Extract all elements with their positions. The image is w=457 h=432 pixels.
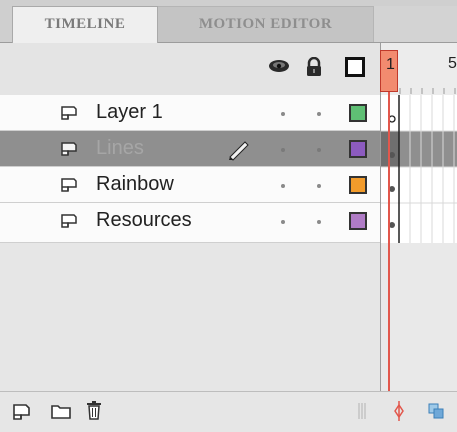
panel-divider — [380, 43, 381, 391]
center-frame-icon[interactable] — [393, 401, 405, 421]
trash-icon[interactable] — [86, 400, 102, 420]
playhead-line — [388, 92, 390, 422]
outline-color-swatch[interactable] — [349, 176, 367, 194]
eye-icon[interactable] — [268, 59, 290, 73]
layer-icon — [61, 106, 77, 120]
layer-name: Layer 1 — [96, 101, 163, 123]
bottom-toolbar — [0, 391, 457, 432]
tab-timeline[interactable]: TIMELINE — [12, 6, 158, 43]
layer-name: Rainbow — [96, 173, 174, 195]
outline-color-swatch[interactable] — [349, 140, 367, 158]
outline-color-swatch[interactable] — [349, 104, 367, 122]
resize-grip-icon[interactable] — [358, 402, 366, 420]
layer-header — [0, 43, 380, 96]
current-frame-label: 1 — [386, 56, 395, 73]
layer-icon — [61, 178, 77, 192]
tab-bar: TIMELINE MOTION EDITOR — [0, 0, 457, 43]
new-layer-icon[interactable] — [12, 402, 32, 420]
lock-toggle[interactable] — [317, 148, 321, 152]
layer-row-lines[interactable]: Lines — [0, 131, 380, 167]
layer-row-rainbow[interactable]: Rainbow — [0, 167, 380, 203]
frames-empty-area — [380, 243, 457, 391]
folder-icon[interactable] — [50, 402, 72, 420]
outline-square-icon[interactable] — [345, 57, 365, 77]
lock-toggle[interactable] — [317, 184, 321, 188]
layer-name: Resources — [96, 209, 192, 231]
layer-row-layer-1[interactable]: Layer 1 — [0, 95, 380, 131]
visibility-toggle[interactable] — [281, 220, 285, 224]
visibility-toggle[interactable] — [281, 184, 285, 188]
lock-toggle[interactable] — [317, 112, 321, 116]
ruler-label: 5 — [448, 55, 457, 72]
onion-skin-icon[interactable] — [428, 403, 444, 419]
pencil-icon — [229, 141, 249, 161]
frames-grid[interactable] — [380, 95, 457, 243]
layer-icon — [61, 142, 77, 156]
tab-motion-editor[interactable]: MOTION EDITOR — [158, 6, 374, 42]
outline-color-swatch[interactable] — [349, 212, 367, 230]
layer-row-resources[interactable]: Resources — [0, 203, 380, 243]
tab-bar-filler — [374, 6, 457, 42]
layer-list-empty-area — [0, 243, 380, 391]
layer-icon — [61, 214, 77, 228]
visibility-toggle[interactable] — [281, 148, 285, 152]
lock-toggle[interactable] — [317, 220, 321, 224]
layer-name: Lines — [96, 137, 144, 159]
lock-icon[interactable] — [305, 57, 323, 77]
visibility-toggle[interactable] — [281, 112, 285, 116]
